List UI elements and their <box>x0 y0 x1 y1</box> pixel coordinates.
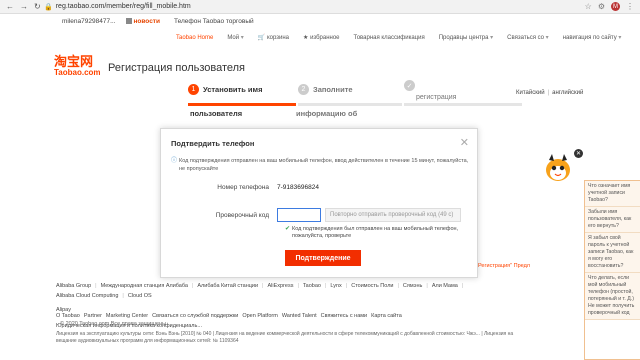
help-question[interactable]: Что означает имя учетной записи Taobao? <box>585 181 640 207</box>
back-icon[interactable]: ← <box>6 2 14 11</box>
help-question[interactable]: Что делать, если мой мобильный телефон (… <box>585 273 640 320</box>
dialog-title: Подтвердить телефон <box>171 139 255 148</box>
registration-steps: 1 Установить имя 2 Заполните ✓ пользоват… <box>188 80 522 120</box>
confirm-button[interactable]: Подтверждение <box>285 250 361 266</box>
footer-link[interactable]: Алибаба Китай станции <box>197 283 258 289</box>
sent-confirmation-text: Код подтверждения был отправлен на ваш м… <box>292 226 459 239</box>
browser-nav: ← → ↻ <box>0 2 44 11</box>
footer-link[interactable]: Сямэнь <box>403 283 422 289</box>
news-icon <box>125 18 132 24</box>
lang-english[interactable]: английский <box>552 90 583 96</box>
step-1-number: 1 <box>188 84 199 95</box>
agreement-link[interactable]: Регистрация" Предл <box>478 263 530 269</box>
code-label: Проверочный код <box>215 211 269 219</box>
browser-actions: ☆ ⚙ M ⋮ <box>585 2 640 11</box>
username-link[interactable]: milena79298477... <box>62 18 116 25</box>
mascot-icon[interactable] <box>540 150 576 184</box>
footer-links-row1: Alibaba Group | Международная станция Али… <box>56 283 464 313</box>
logo-english: Taobao.com <box>54 68 101 77</box>
confirm-phone-dialog: Подтвердить телефон ✕ ⓘ Код подтверждени… <box>160 128 478 278</box>
nav-contact[interactable]: Связаться со <box>507 34 549 41</box>
nav-categories[interactable]: Товарная классификация <box>354 35 425 41</box>
extensions-icon[interactable]: ⚙ <box>598 2 605 11</box>
phone-row: Номер телефона 7-9183696824 <box>161 184 479 191</box>
taobao-logo[interactable]: 淘宝网 Taobao.com <box>54 56 104 77</box>
verification-code-input[interactable] <box>277 208 321 222</box>
step-1-label: Установить имя <box>203 85 263 94</box>
close-help-icon[interactable]: ✕ <box>574 149 583 158</box>
phone-value: 7-9183696824 <box>277 184 319 191</box>
site-topbar: milena79298477... новости Телефон Taobao… <box>0 14 640 28</box>
browser-toolbar: ← → ↻ 🔒 reg.taobao.com/member/reg/fill_m… <box>0 0 640 14</box>
step-3: ✓ <box>404 80 415 91</box>
footer-link[interactable]: Wanted Talent <box>282 313 317 319</box>
help-question[interactable]: Я забыл свой пароль к учетной записи Tao… <box>585 233 640 273</box>
footer-link[interactable]: Taobao <box>303 283 321 289</box>
help-question[interactable]: Забыли имя пользователя, как его вернуть… <box>585 207 640 233</box>
info-icon: ⓘ <box>171 158 178 164</box>
news-link[interactable]: новости <box>125 18 160 25</box>
footer-link[interactable]: Lynx <box>330 283 341 289</box>
sent-confirmation: ✔ Код подтверждения был отправлен на ваш… <box>285 226 465 240</box>
step-3-label: регистрация <box>416 94 457 101</box>
dialog-info: ⓘ Код подтверждения отправлен на ваш моб… <box>171 157 471 173</box>
resend-code-button[interactable]: Повторно отправить проверочный код (49 с… <box>325 208 461 222</box>
step-2-label: Заполните <box>313 85 353 94</box>
footer-link[interactable]: Карта сайта <box>371 313 402 319</box>
step-2: 2 Заполните <box>298 84 353 95</box>
code-row: Проверочный код Повторно отправить прове… <box>161 208 479 222</box>
site-nav: Taobao Home Мой 🛒 корзина ★ избранное То… <box>176 34 622 42</box>
step-3-bar <box>404 103 522 106</box>
nav-favorites[interactable]: ★ избранное <box>303 34 340 41</box>
forward-icon[interactable]: → <box>20 2 28 11</box>
phone-line-link[interactable]: Телефон Taobao торговый <box>174 18 254 25</box>
footer-link[interactable]: Связаться со службой поддержки <box>152 313 238 319</box>
address-bar[interactable]: reg.taobao.com/member/reg/fill_mobile.ht… <box>56 3 585 10</box>
check-icon: ✓ <box>404 80 415 91</box>
footer-link[interactable]: Partner <box>84 313 102 319</box>
footer-link[interactable]: Свяжитесь с нами <box>321 313 367 319</box>
copyright: © 2020 Taobao.com Все права защищены <box>60 321 166 327</box>
footer-link[interactable]: Marketing Center <box>106 313 148 319</box>
lang-chinese[interactable]: Китайский <box>516 90 545 96</box>
step-1: 1 Установить имя <box>188 84 262 95</box>
language-switcher: Китайский | английский <box>516 90 583 96</box>
reload-icon[interactable]: ↻ <box>34 2 41 11</box>
footer-link[interactable]: О Taobao <box>56 313 80 319</box>
help-panel: Что означает имя учетной записи Taobao? … <box>584 180 640 360</box>
nav-my[interactable]: Мой <box>227 34 243 41</box>
nav-home[interactable]: Taobao Home <box>176 35 213 41</box>
step-2-bar <box>298 103 402 106</box>
footer-link[interactable]: AliExpress <box>267 283 293 289</box>
step-2-number: 2 <box>298 84 309 95</box>
footer-link[interactable]: Alibaba Cloud Computing <box>56 293 118 299</box>
step-2-sublabel: информацию об <box>296 109 358 118</box>
step-1-sublabel: пользователя <box>190 109 243 118</box>
footer-link[interactable]: Cloud OS <box>128 293 152 299</box>
nav-cart[interactable]: 🛒 корзина <box>258 34 289 41</box>
page-title: Регистрация пользователя <box>108 62 246 74</box>
footer-link[interactable]: Alibaba Group <box>56 283 91 289</box>
phone-label: Номер телефона <box>217 184 269 191</box>
footer-link[interactable]: Международная станция Алибаба <box>101 283 188 289</box>
star-icon[interactable]: ☆ <box>585 2 592 11</box>
footer-link[interactable]: Стоимость Поли <box>351 283 393 289</box>
profile-avatar[interactable]: M <box>611 2 620 11</box>
menu-icon[interactable]: ⋮ <box>626 2 634 11</box>
close-icon[interactable]: ✕ <box>460 136 469 149</box>
nav-site-map[interactable]: навигация по сайту <box>563 34 622 41</box>
nav-seller-center[interactable]: Продавцы центра <box>439 34 493 41</box>
footer-link[interactable]: Open Platform <box>242 313 277 319</box>
license-text: Лицензия на эксплуатацию культуры сети: … <box>56 331 514 344</box>
info-text: Код подтверждения отправлен на ваш мобил… <box>179 158 469 172</box>
check-circle-icon: ✔ <box>285 226 291 232</box>
step-1-bar <box>188 103 296 106</box>
lang-separator: | <box>547 90 550 96</box>
footer-link[interactable]: Али Мама <box>432 283 458 289</box>
lock-icon: 🔒 <box>44 3 53 11</box>
